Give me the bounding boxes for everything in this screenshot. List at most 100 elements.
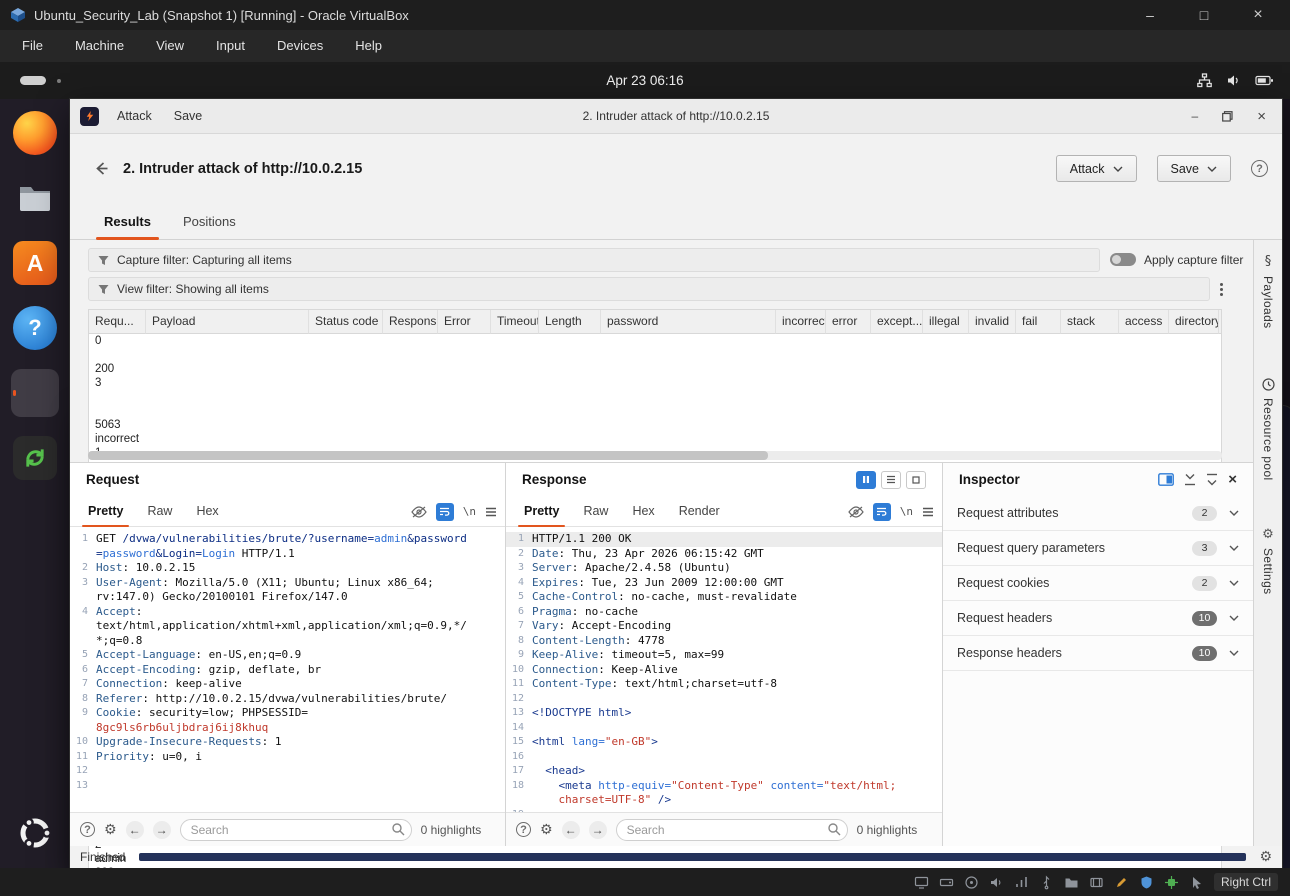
- tab-results[interactable]: Results: [88, 203, 167, 239]
- tab-positions[interactable]: Positions: [167, 203, 252, 239]
- column-header-status-code[interactable]: Status code: [309, 310, 383, 334]
- response-search-input[interactable]: [616, 819, 848, 841]
- newline-toggle[interactable]: \n: [900, 505, 913, 518]
- column-header-fail[interactable]: fail: [1016, 310, 1061, 334]
- system-tray[interactable]: [1197, 62, 1274, 99]
- column-header-directory[interactable]: directory: [1169, 310, 1219, 334]
- inspector-section-request-attributes[interactable]: Request attributes2: [943, 496, 1253, 531]
- next-match-button[interactable]: →: [589, 821, 607, 839]
- security-status-icon[interactable]: [1139, 875, 1154, 890]
- column-header-respons[interactable]: Respons...: [383, 310, 438, 334]
- dock-app-center-icon[interactable]: A: [11, 239, 59, 287]
- column-header-incorrect[interactable]: incorrect: [776, 310, 826, 334]
- column-header-password[interactable]: password: [601, 310, 776, 334]
- pause-attack-button[interactable]: [856, 471, 876, 489]
- inspector-dock-icon[interactable]: [1158, 473, 1174, 486]
- expand-all-icon[interactable]: [1206, 473, 1218, 486]
- scrollbar-thumb[interactable]: [88, 451, 768, 460]
- tab-raw[interactable]: Raw: [571, 496, 620, 526]
- inspector-close-icon[interactable]: ×: [1228, 472, 1237, 487]
- view-filter-bar[interactable]: View filter: Showing all items: [88, 277, 1210, 301]
- capture-filter-bar[interactable]: Capture filter: Capturing all items: [88, 248, 1100, 272]
- horizontal-scrollbar[interactable]: [88, 451, 1222, 460]
- tab-render[interactable]: Render: [667, 496, 732, 526]
- column-header-requ[interactable]: Requ...: [89, 310, 146, 334]
- help-icon[interactable]: ?: [1251, 160, 1268, 177]
- burp-restore-button[interactable]: [1222, 111, 1233, 122]
- column-header-f[interactable]: f: [1219, 310, 1222, 334]
- menu-view[interactable]: View: [140, 30, 200, 62]
- word-wrap-icon[interactable]: [873, 503, 891, 521]
- tab-pretty[interactable]: Pretty: [512, 496, 571, 526]
- tab-hex[interactable]: Hex: [620, 496, 666, 526]
- usb-status-icon[interactable]: [1039, 875, 1054, 890]
- word-wrap-icon[interactable]: [436, 503, 454, 521]
- tab-pretty[interactable]: Pretty: [76, 496, 135, 526]
- hide-nonprintable-icon[interactable]: [411, 506, 427, 518]
- search-settings-icon[interactable]: ⚙: [540, 823, 553, 837]
- column-header-invalid[interactable]: invalid: [969, 310, 1016, 334]
- collapse-all-icon[interactable]: [1184, 473, 1196, 486]
- dock-firefox-icon[interactable]: [11, 109, 59, 157]
- menu-machine[interactable]: Machine: [59, 30, 140, 62]
- back-arrow-icon[interactable]: [92, 159, 111, 178]
- sidebar-tab-settings[interactable]: ⚙ Settings: [1254, 528, 1282, 595]
- column-header-access[interactable]: access: [1119, 310, 1169, 334]
- burp-close-button[interactable]: ×: [1257, 108, 1266, 125]
- sidebar-tab-payloads[interactable]: § Payloads: [1254, 254, 1282, 329]
- hdd-status-icon[interactable]: [939, 875, 954, 890]
- column-header-timeout[interactable]: Timeout: [491, 310, 539, 334]
- search-settings-icon[interactable]: ⚙: [104, 823, 117, 837]
- apply-capture-filter-toggle[interactable]: [1110, 253, 1136, 266]
- menu-help[interactable]: Help: [339, 30, 398, 62]
- burp-minimize-button[interactable]: –: [1192, 109, 1199, 123]
- menu-input[interactable]: Input: [200, 30, 261, 62]
- column-header-error[interactable]: Error: [438, 310, 491, 334]
- inspector-section-request-query-parameters[interactable]: Request query parameters3: [943, 531, 1253, 566]
- stop-button[interactable]: [906, 471, 926, 489]
- menu-devices[interactable]: Devices: [261, 30, 339, 62]
- prev-match-button[interactable]: ←: [562, 821, 580, 839]
- network-status-icon[interactable]: [1014, 875, 1029, 890]
- search-help-icon[interactable]: ?: [80, 822, 95, 837]
- inspector-section-request-cookies[interactable]: Request cookies2: [943, 566, 1253, 601]
- close-button[interactable]: ×: [1248, 6, 1268, 24]
- editor-menu-icon[interactable]: [922, 507, 934, 517]
- response-editor[interactable]: 1HTTP/1.1 200 OK2Date: Thu, 23 Apr 2026 …: [506, 527, 942, 812]
- ubuntu-logo-icon[interactable]: [14, 812, 56, 854]
- request-editor[interactable]: 1GET /dvwa/vulnerabilities/brute/?userna…: [70, 527, 505, 812]
- features-status-icon[interactable]: [1164, 875, 1179, 890]
- mouse-integration-status-icon[interactable]: [1189, 875, 1204, 890]
- column-header-illegal[interactable]: illegal: [923, 310, 969, 334]
- hide-nonprintable-icon[interactable]: [848, 506, 864, 518]
- rows-layout-button[interactable]: [881, 471, 901, 489]
- column-header-payload[interactable]: Payload: [146, 310, 309, 334]
- table-options-kebab-icon[interactable]: [1220, 283, 1223, 296]
- column-header-stack[interactable]: stack: [1061, 310, 1119, 334]
- clock[interactable]: Apr 23 06:16: [0, 62, 1290, 99]
- shared-folder-status-icon[interactable]: [1064, 875, 1079, 890]
- inspector-section-response-headers[interactable]: Response headers10: [943, 636, 1253, 671]
- search-help-icon[interactable]: ?: [516, 822, 531, 837]
- recording-status-icon[interactable]: [1089, 875, 1104, 890]
- dock-burpsuite-icon[interactable]: [11, 369, 59, 417]
- tab-raw[interactable]: Raw: [135, 496, 184, 526]
- display-status-icon[interactable]: [914, 875, 929, 890]
- column-header-length[interactable]: Length: [539, 310, 601, 334]
- prev-match-button[interactable]: ←: [126, 821, 144, 839]
- clipboard-status-icon[interactable]: [1114, 875, 1129, 890]
- optical-disk-status-icon[interactable]: [964, 875, 979, 890]
- column-header-error[interactable]: error: [826, 310, 871, 334]
- newline-toggle[interactable]: \n: [463, 505, 476, 518]
- menu-save[interactable]: Save: [164, 99, 213, 134]
- editor-menu-icon[interactable]: [485, 507, 497, 517]
- menu-file[interactable]: File: [6, 30, 59, 62]
- save-dropdown-button[interactable]: Save: [1157, 155, 1232, 182]
- sidebar-tab-resource-pool[interactable]: Resource pool: [1254, 378, 1282, 481]
- settings-gear-icon[interactable]: ⚙: [1259, 850, 1272, 864]
- inspector-section-request-headers[interactable]: Request headers10: [943, 601, 1253, 636]
- dock-help-icon[interactable]: ?: [11, 304, 59, 352]
- menu-attack[interactable]: Attack: [107, 99, 162, 134]
- next-match-button[interactable]: →: [153, 821, 171, 839]
- request-search-input[interactable]: [180, 819, 412, 841]
